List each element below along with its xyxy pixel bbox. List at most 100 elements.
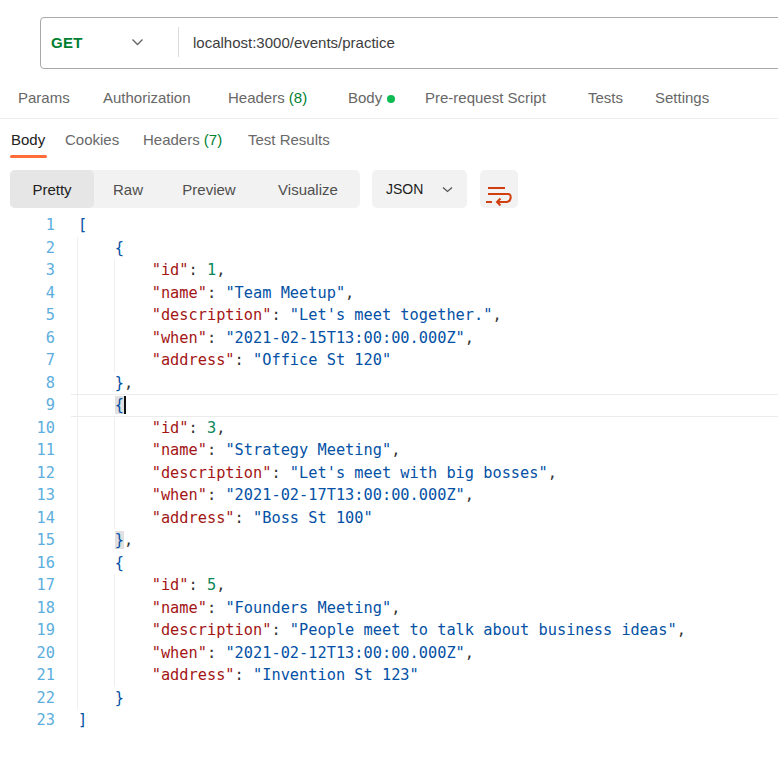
code-line-text: [: [78, 214, 87, 237]
line-number: 20: [0, 642, 55, 665]
code-line[interactable]: 4 "name": "Team Meetup",: [0, 282, 778, 305]
line-number: 16: [0, 552, 55, 575]
url-input[interactable]: localhost:3000/events/practice: [193, 18, 395, 66]
tab-tests[interactable]: Tests: [588, 90, 623, 106]
url-bar: GET localhost:3000/events/practice: [40, 17, 778, 69]
code-line-text: "when": "2021-02-12T13:00:00.000Z",: [78, 642, 474, 665]
text-cursor: [124, 396, 126, 414]
tab-params[interactable]: Params: [18, 90, 70, 106]
code-line[interactable]: 15 },: [0, 529, 778, 552]
line-number: 12: [0, 462, 55, 485]
response-tab-body[interactable]: Body: [11, 132, 45, 148]
view-mode-switcher: Pretty Raw Preview Visualize: [10, 170, 360, 208]
view-mode-visualize[interactable]: Visualize: [256, 170, 360, 208]
code-line[interactable]: 20 "when": "2021-02-12T13:00:00.000Z",: [0, 642, 778, 665]
response-tab-headers[interactable]: Headers (7): [143, 132, 222, 148]
code-line-text: "description": "Let's meet together.",: [78, 304, 502, 327]
code-editor[interactable]: 1[2 {3 "id": 1,4 "name": "Team Meetup",5…: [0, 214, 778, 732]
wrap-lines-button[interactable]: [480, 170, 518, 208]
code-line-text: ]: [78, 709, 87, 732]
code-line-text: "id": 5,: [78, 574, 225, 597]
code-line-text: "when": "2021-02-17T13:00:00.000Z",: [78, 484, 474, 507]
code-line[interactable]: 7 "address": "Office St 120": [0, 349, 778, 372]
code-line-text: },: [78, 372, 133, 395]
response-headers-count: (7): [200, 131, 223, 148]
code-line[interactable]: 6 "when": "2021-02-15T13:00:00.000Z",: [0, 327, 778, 350]
code-line-text: {: [78, 552, 124, 575]
tab-body[interactable]: Body: [348, 90, 395, 106]
line-number: 15: [0, 529, 55, 552]
line-number: 17: [0, 574, 55, 597]
code-line[interactable]: 2 {: [0, 237, 778, 260]
code-line[interactable]: 21 "address": "Invention St 123": [0, 664, 778, 687]
code-line-text: "address": "Boss St 100": [78, 507, 373, 530]
code-line[interactable]: 12 "description": "Let's meet with big b…: [0, 462, 778, 485]
code-line-text: "name": "Team Meetup",: [78, 282, 354, 305]
code-line-text: }: [78, 687, 124, 710]
tab-authorization[interactable]: Authorization: [103, 90, 191, 106]
wrap-lines-icon: [484, 184, 512, 206]
code-line[interactable]: 3 "id": 1,: [0, 259, 778, 282]
code-line-text: "id": 3,: [78, 417, 225, 440]
code-line[interactable]: 5 "description": "Let's meet together.",: [0, 304, 778, 327]
line-number: 8: [0, 372, 55, 395]
tab-pre-request-script[interactable]: Pre-request Script: [425, 90, 546, 106]
code-line[interactable]: 10 "id": 3,: [0, 417, 778, 440]
method-selector[interactable]: GET: [41, 18, 178, 66]
line-number: 9: [0, 394, 55, 417]
line-number: 6: [0, 327, 55, 350]
code-line-text: },: [78, 529, 133, 552]
code-line[interactable]: 23]: [0, 709, 778, 732]
code-line[interactable]: 16 {: [0, 552, 778, 575]
code-line[interactable]: 19 "description": "People meet to talk a…: [0, 619, 778, 642]
code-line-text: "address": "Office St 120": [78, 349, 391, 372]
code-line-text: "description": "Let's meet with big boss…: [78, 462, 557, 485]
url-divider: [178, 27, 179, 57]
request-tabs-divider: [0, 118, 778, 119]
postman-request-panel: GET localhost:3000/events/practice Param…: [0, 0, 778, 767]
code-line[interactable]: 1[: [0, 214, 778, 237]
line-number: 23: [0, 709, 55, 732]
line-number: 4: [0, 282, 55, 305]
chevron-down-icon: [442, 186, 453, 193]
code-line-text: "name": "Strategy Meeting",: [78, 439, 400, 462]
code-line-text: {: [78, 237, 124, 260]
active-tab-underline: [10, 155, 47, 158]
line-number: 3: [0, 259, 55, 282]
code-line-text: "name": "Founders Meeting",: [78, 597, 400, 620]
view-mode-preview[interactable]: Preview: [162, 170, 256, 208]
code-line[interactable]: 9 {: [0, 394, 778, 417]
tab-settings[interactable]: Settings: [655, 90, 709, 106]
code-line[interactable]: 22 }: [0, 687, 778, 710]
code-line[interactable]: 8 },: [0, 372, 778, 395]
code-line[interactable]: 11 "name": "Strategy Meeting",: [0, 439, 778, 462]
line-number: 7: [0, 349, 55, 372]
headers-count: (8): [285, 89, 308, 106]
line-number: 14: [0, 507, 55, 530]
code-line[interactable]: 18 "name": "Founders Meeting",: [0, 597, 778, 620]
code-line[interactable]: 17 "id": 5,: [0, 574, 778, 597]
language-dropdown[interactable]: JSON: [372, 170, 467, 208]
line-number: 18: [0, 597, 55, 620]
line-number: 22: [0, 687, 55, 710]
line-number: 11: [0, 439, 55, 462]
line-number: 2: [0, 237, 55, 260]
code-line[interactable]: 14 "address": "Boss St 100": [0, 507, 778, 530]
chevron-down-icon: [131, 38, 144, 46]
code-line-text: "when": "2021-02-15T13:00:00.000Z",: [78, 327, 474, 350]
line-number: 10: [0, 417, 55, 440]
code-line-text: "description": "People meet to talk abou…: [78, 619, 686, 642]
line-number: 21: [0, 664, 55, 687]
unsaved-dot: [387, 95, 395, 103]
active-line-highlight: [71, 394, 778, 417]
response-tab-test-results[interactable]: Test Results: [248, 132, 330, 148]
view-mode-raw[interactable]: Raw: [94, 170, 162, 208]
response-tab-cookies[interactable]: Cookies: [65, 132, 119, 148]
tab-headers[interactable]: Headers (8): [228, 90, 307, 106]
line-number: 1: [0, 214, 55, 237]
code-line[interactable]: 13 "when": "2021-02-17T13:00:00.000Z",: [0, 484, 778, 507]
code-line-text: "address": "Invention St 123": [78, 664, 419, 687]
view-mode-pretty[interactable]: Pretty: [10, 170, 94, 208]
code-line-text: {: [78, 394, 124, 417]
line-number: 5: [0, 304, 55, 327]
